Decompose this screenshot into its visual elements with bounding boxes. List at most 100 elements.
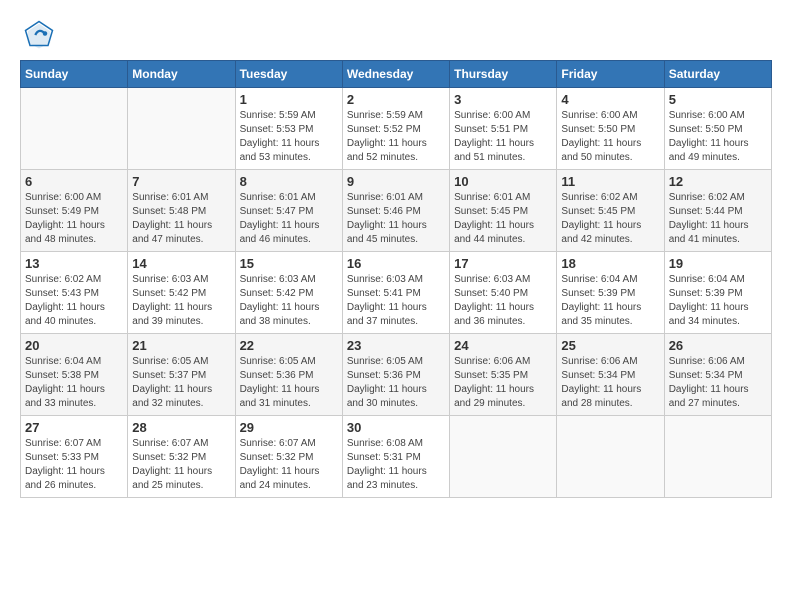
calendar-cell — [664, 416, 771, 498]
day-info: Sunrise: 6:04 AM Sunset: 5:39 PM Dayligh… — [669, 273, 767, 329]
day-number: 18 — [561, 256, 659, 271]
day-number: 26 — [669, 338, 767, 353]
weekday-header-thursday: Thursday — [450, 61, 557, 88]
day-info: Sunrise: 6:03 AM Sunset: 5:41 PM Dayligh… — [347, 273, 445, 329]
calendar-cell: 28 Sunrise: 6:07 AM Sunset: 5:32 PM Dayli… — [128, 416, 235, 498]
calendar-cell: 17 Sunrise: 6:03 AM Sunset: 5:40 PM Dayli… — [450, 252, 557, 334]
header — [20, 20, 772, 50]
calendar-cell: 16 Sunrise: 6:03 AM Sunset: 5:41 PM Dayli… — [342, 252, 449, 334]
day-number: 11 — [561, 174, 659, 189]
calendar-week-row: 6 Sunrise: 6:00 AM Sunset: 5:49 PM Daylig… — [21, 170, 772, 252]
day-number: 6 — [25, 174, 123, 189]
day-number: 20 — [25, 338, 123, 353]
day-number: 3 — [454, 92, 552, 107]
day-number: 23 — [347, 338, 445, 353]
calendar-cell: 9 Sunrise: 6:01 AM Sunset: 5:46 PM Daylig… — [342, 170, 449, 252]
day-info: Sunrise: 6:05 AM Sunset: 5:36 PM Dayligh… — [347, 355, 445, 411]
calendar-cell: 1Sunrise: 5:59 AM Sunset: 5:53 PM Daylig… — [235, 88, 342, 170]
day-number: 2 — [347, 92, 445, 107]
day-info: Sunrise: 6:03 AM Sunset: 5:42 PM Dayligh… — [240, 273, 338, 329]
calendar-week-row: 13 Sunrise: 6:02 AM Sunset: 5:43 PM Dayli… — [21, 252, 772, 334]
calendar-week-row: 27 Sunrise: 6:07 AM Sunset: 5:33 PM Dayli… — [21, 416, 772, 498]
day-info: Sunrise: 6:00 AM Sunset: 5:51 PM Dayligh… — [454, 109, 552, 165]
day-number: 17 — [454, 256, 552, 271]
calendar-cell: 30Sunrise: 6:08 AM Sunset: 5:31 PM Dayli… — [342, 416, 449, 498]
day-number: 4 — [561, 92, 659, 107]
weekday-header-monday: Monday — [128, 61, 235, 88]
day-number: 25 — [561, 338, 659, 353]
calendar-cell: 22 Sunrise: 6:05 AM Sunset: 5:36 PM Dayli… — [235, 334, 342, 416]
calendar-cell: 10 Sunrise: 6:01 AM Sunset: 5:45 PM Dayli… — [450, 170, 557, 252]
day-info: Sunrise: 6:03 AM Sunset: 5:42 PM Dayligh… — [132, 273, 230, 329]
day-info: Sunrise: 6:03 AM Sunset: 5:40 PM Dayligh… — [454, 273, 552, 329]
calendar-cell: 8 Sunrise: 6:01 AM Sunset: 5:47 PM Daylig… — [235, 170, 342, 252]
calendar-cell — [557, 416, 664, 498]
day-info: Sunrise: 6:01 AM Sunset: 5:46 PM Dayligh… — [347, 191, 445, 247]
day-info: Sunrise: 6:06 AM Sunset: 5:34 PM Dayligh… — [669, 355, 767, 411]
calendar-table: SundayMondayTuesdayWednesdayThursdayFrid… — [20, 60, 772, 498]
day-info: Sunrise: 6:02 AM Sunset: 5:43 PM Dayligh… — [25, 273, 123, 329]
day-number: 1 — [240, 92, 338, 107]
calendar-cell: 6 Sunrise: 6:00 AM Sunset: 5:49 PM Daylig… — [21, 170, 128, 252]
day-number: 8 — [240, 174, 338, 189]
calendar-week-row: 20 Sunrise: 6:04 AM Sunset: 5:38 PM Dayli… — [21, 334, 772, 416]
calendar-cell: 27 Sunrise: 6:07 AM Sunset: 5:33 PM Dayli… — [21, 416, 128, 498]
calendar-cell: 13 Sunrise: 6:02 AM Sunset: 5:43 PM Dayli… — [21, 252, 128, 334]
day-info: Sunrise: 6:04 AM Sunset: 5:39 PM Dayligh… — [561, 273, 659, 329]
calendar-cell: 26 Sunrise: 6:06 AM Sunset: 5:34 PM Dayli… — [664, 334, 771, 416]
day-number: 24 — [454, 338, 552, 353]
weekday-header-friday: Friday — [557, 61, 664, 88]
day-info: Sunrise: 6:04 AM Sunset: 5:38 PM Dayligh… — [25, 355, 123, 411]
day-number: 13 — [25, 256, 123, 271]
day-info: Sunrise: 6:05 AM Sunset: 5:37 PM Dayligh… — [132, 355, 230, 411]
day-info: Sunrise: 6:02 AM Sunset: 5:45 PM Dayligh… — [561, 191, 659, 247]
weekday-header-sunday: Sunday — [21, 61, 128, 88]
day-number: 7 — [132, 174, 230, 189]
day-number: 21 — [132, 338, 230, 353]
calendar-cell: 4 Sunrise: 6:00 AM Sunset: 5:50 PM Daylig… — [557, 88, 664, 170]
calendar-cell: 29 Sunrise: 6:07 AM Sunset: 5:32 PM Dayli… — [235, 416, 342, 498]
calendar-cell: 7 Sunrise: 6:01 AM Sunset: 5:48 PM Daylig… — [128, 170, 235, 252]
weekday-header-tuesday: Tuesday — [235, 61, 342, 88]
calendar-cell: 5Sunrise: 6:00 AM Sunset: 5:50 PM Daylig… — [664, 88, 771, 170]
calendar-cell — [450, 416, 557, 498]
day-number: 19 — [669, 256, 767, 271]
day-info: Sunrise: 6:07 AM Sunset: 5:32 PM Dayligh… — [132, 437, 230, 493]
calendar-cell: 23 Sunrise: 6:05 AM Sunset: 5:36 PM Dayli… — [342, 334, 449, 416]
day-number: 14 — [132, 256, 230, 271]
day-info: Sunrise: 6:01 AM Sunset: 5:47 PM Dayligh… — [240, 191, 338, 247]
calendar-cell: 20 Sunrise: 6:04 AM Sunset: 5:38 PM Dayli… — [21, 334, 128, 416]
calendar-cell: 18 Sunrise: 6:04 AM Sunset: 5:39 PM Dayli… — [557, 252, 664, 334]
day-info: Sunrise: 6:01 AM Sunset: 5:48 PM Dayligh… — [132, 191, 230, 247]
day-number: 15 — [240, 256, 338, 271]
weekday-header-saturday: Saturday — [664, 61, 771, 88]
day-number: 10 — [454, 174, 552, 189]
calendar-cell: 3 Sunrise: 6:00 AM Sunset: 5:51 PM Daylig… — [450, 88, 557, 170]
day-info: Sunrise: 5:59 AM Sunset: 5:52 PM Dayligh… — [347, 109, 445, 165]
day-number: 29 — [240, 420, 338, 435]
day-info: Sunrise: 6:00 AM Sunset: 5:50 PM Dayligh… — [561, 109, 659, 165]
calendar-cell: 19 Sunrise: 6:04 AM Sunset: 5:39 PM Dayli… — [664, 252, 771, 334]
logo — [20, 20, 54, 50]
calendar-week-row: 1Sunrise: 5:59 AM Sunset: 5:53 PM Daylig… — [21, 88, 772, 170]
day-info: Sunrise: 6:08 AM Sunset: 5:31 PM Dayligh… — [347, 437, 445, 493]
day-number: 9 — [347, 174, 445, 189]
day-info: Sunrise: 6:02 AM Sunset: 5:44 PM Dayligh… — [669, 191, 767, 247]
calendar-cell — [128, 88, 235, 170]
day-info: Sunrise: 6:01 AM Sunset: 5:45 PM Dayligh… — [454, 191, 552, 247]
weekday-header-row: SundayMondayTuesdayWednesdayThursdayFrid… — [21, 61, 772, 88]
day-info: Sunrise: 6:06 AM Sunset: 5:34 PM Dayligh… — [561, 355, 659, 411]
calendar-cell: 24Sunrise: 6:06 AM Sunset: 5:35 PM Dayli… — [450, 334, 557, 416]
calendar-cell: 15 Sunrise: 6:03 AM Sunset: 5:42 PM Dayli… — [235, 252, 342, 334]
day-number: 27 — [25, 420, 123, 435]
day-number: 28 — [132, 420, 230, 435]
day-number: 12 — [669, 174, 767, 189]
day-number: 16 — [347, 256, 445, 271]
day-info: Sunrise: 6:05 AM Sunset: 5:36 PM Dayligh… — [240, 355, 338, 411]
calendar-cell: 21 Sunrise: 6:05 AM Sunset: 5:37 PM Dayli… — [128, 334, 235, 416]
weekday-header-wednesday: Wednesday — [342, 61, 449, 88]
day-number: 22 — [240, 338, 338, 353]
day-info: Sunrise: 6:00 AM Sunset: 5:49 PM Dayligh… — [25, 191, 123, 247]
day-info: Sunrise: 6:07 AM Sunset: 5:33 PM Dayligh… — [25, 437, 123, 493]
day-info: Sunrise: 6:07 AM Sunset: 5:32 PM Dayligh… — [240, 437, 338, 493]
